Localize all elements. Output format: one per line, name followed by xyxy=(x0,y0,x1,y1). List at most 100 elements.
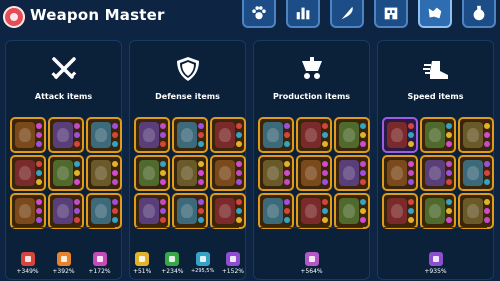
stat-gem-icon xyxy=(198,132,204,138)
stat-gem-icon xyxy=(484,199,490,205)
stat-gem-icon xyxy=(236,123,242,129)
stat-gem-icon xyxy=(360,199,366,205)
equipment-slot[interactable] xyxy=(258,193,294,229)
category-panel: Attack items +349% +392% +172% xyxy=(5,40,122,280)
equipment-slot[interactable] xyxy=(48,117,84,153)
stat-gem-icon xyxy=(160,170,166,176)
equipment-slot[interactable] xyxy=(10,155,46,191)
equipment-slot[interactable] xyxy=(48,155,84,191)
stat-gem-icon xyxy=(484,141,490,147)
equipment-slot[interactable] xyxy=(458,117,494,153)
stat-gem-icon xyxy=(160,208,166,214)
stat-gem-icon xyxy=(236,170,242,176)
stat-gem-icon xyxy=(74,123,80,129)
bonus-value: +152% xyxy=(221,268,244,275)
category-panel: Speed items +935% xyxy=(377,40,494,280)
equipment-icon xyxy=(215,122,235,148)
equipment-slot[interactable] xyxy=(334,117,370,153)
stat-gem-icon xyxy=(284,199,290,205)
stat-gem-icon xyxy=(74,141,80,147)
stat-gem-icon xyxy=(322,179,328,185)
divider xyxy=(260,227,363,228)
equipment-slot[interactable] xyxy=(382,193,418,229)
equipment-slot[interactable] xyxy=(86,193,122,229)
equipment-slot[interactable] xyxy=(334,155,370,191)
equipment-icon xyxy=(53,198,73,224)
stat-gem-icon xyxy=(36,123,42,129)
equipment-slot[interactable] xyxy=(420,193,456,229)
settings-gear-icon[interactable] xyxy=(3,6,25,28)
equipment-icon xyxy=(177,160,197,186)
stat-gem-icon xyxy=(112,132,118,138)
tab-wolf[interactable] xyxy=(418,0,452,28)
tab-building[interactable] xyxy=(374,0,408,28)
equipment-slot[interactable] xyxy=(10,193,46,229)
stat-gem-icon xyxy=(198,217,204,223)
bonus-stat: +172% xyxy=(85,252,115,275)
equipment-slot[interactable] xyxy=(172,117,208,153)
stat-gem-icon xyxy=(36,170,42,176)
stat-gem-icon xyxy=(112,179,118,185)
equipment-slot[interactable] xyxy=(296,155,332,191)
tab-feather[interactable] xyxy=(330,0,364,28)
equipment-icon xyxy=(263,122,283,148)
building-icon xyxy=(384,7,398,20)
equipment-slot[interactable] xyxy=(172,155,208,191)
stat-gem-icon xyxy=(322,132,328,138)
equipment-slot[interactable] xyxy=(334,193,370,229)
stat-gem-icon xyxy=(446,141,452,147)
tab-stats[interactable] xyxy=(286,0,320,28)
tab-paw[interactable] xyxy=(242,0,276,28)
equipment-slot[interactable] xyxy=(458,155,494,191)
stat-gem-icon xyxy=(112,170,118,176)
stat-gem-icon xyxy=(322,199,328,205)
equipment-slot[interactable] xyxy=(296,193,332,229)
bonus-value: +295,5% xyxy=(190,268,215,274)
tab-potion[interactable] xyxy=(462,0,496,28)
equipment-slot[interactable] xyxy=(134,193,170,229)
equipment-slot[interactable] xyxy=(210,117,246,153)
equipment-slot[interactable] xyxy=(210,193,246,229)
bonus-stat: +349% xyxy=(13,252,43,275)
helmet-icon xyxy=(135,252,150,266)
stat-gem-icon xyxy=(198,141,204,147)
stat-gem-icon xyxy=(236,179,242,185)
stat-gem-icon xyxy=(236,141,242,147)
stat-gem-icon xyxy=(36,141,42,147)
equipment-slot[interactable] xyxy=(210,155,246,191)
equipment-slot[interactable] xyxy=(86,155,122,191)
stat-gem-icon xyxy=(198,179,204,185)
equipment-slot[interactable] xyxy=(258,117,294,153)
divider xyxy=(136,227,239,228)
stat-gem-icon xyxy=(112,161,118,167)
stat-gem-icon xyxy=(484,132,490,138)
equipment-slot[interactable] xyxy=(382,155,418,191)
equipment-slot[interactable] xyxy=(258,155,294,191)
equipment-icon xyxy=(387,122,407,148)
bonus-value: +172% xyxy=(88,268,111,275)
equipment-slot[interactable] xyxy=(296,117,332,153)
equipment-slot[interactable] xyxy=(48,193,84,229)
bonus-stat: +935% xyxy=(421,252,451,275)
equipment-icon xyxy=(177,122,197,148)
equipment-icon xyxy=(339,122,359,148)
equipment-slot[interactable] xyxy=(382,117,418,153)
equipment-slot[interactable] xyxy=(134,155,170,191)
bonus-stat: +152% xyxy=(221,252,245,275)
chest-icon xyxy=(304,252,319,266)
equipment-slot[interactable] xyxy=(86,117,122,153)
equipment-icon xyxy=(463,160,483,186)
equipment-slot[interactable] xyxy=(458,193,494,229)
stat-gem-icon xyxy=(284,217,290,223)
equipment-slot[interactable] xyxy=(134,117,170,153)
equipment-slot[interactable] xyxy=(172,193,208,229)
stat-gem-icon xyxy=(160,123,166,129)
equipment-slot[interactable] xyxy=(10,117,46,153)
stat-gem-icon xyxy=(446,217,452,223)
equipment-icon xyxy=(91,198,111,224)
stat-gem-icon xyxy=(446,170,452,176)
equipment-slot[interactable] xyxy=(420,117,456,153)
bonus-stat: +392% xyxy=(49,252,79,275)
equipment-icon xyxy=(263,160,283,186)
equipment-slot[interactable] xyxy=(420,155,456,191)
